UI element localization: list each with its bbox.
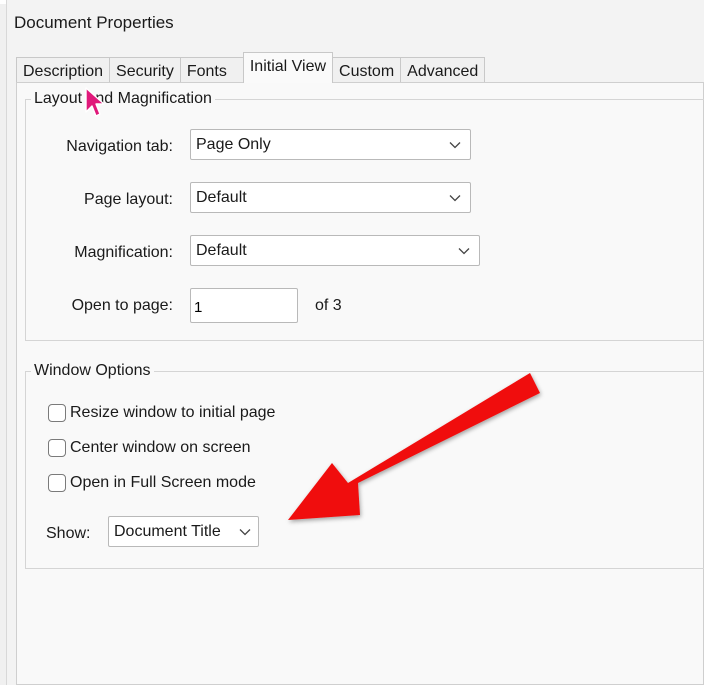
checkbox-icon[interactable] — [48, 474, 66, 492]
navigation-tab-label: Navigation tab: — [66, 138, 173, 155]
full-screen-option[interactable]: Open in Full Screen mode — [48, 474, 256, 492]
tab-fonts[interactable]: Fonts — [179, 57, 244, 84]
center-window-label: Center window on screen — [70, 439, 251, 456]
chevron-down-icon — [457, 236, 471, 265]
open-to-page-label: Open to page: — [71, 297, 173, 314]
dialog-title: Document Properties — [14, 13, 174, 32]
show-label: Show: — [46, 525, 91, 542]
red-arrow-annotation — [288, 373, 540, 520]
page-layout-label: Page layout: — [84, 191, 173, 208]
chevron-down-icon — [448, 183, 462, 212]
tab-advanced[interactable]: Advanced — [400, 57, 486, 84]
magnification-label: Magnification: — [74, 244, 173, 261]
center-window-option[interactable]: Center window on screen — [48, 439, 251, 457]
show-value: Document Title — [114, 523, 221, 540]
magnification-value: Default — [196, 242, 247, 259]
tab-custom[interactable]: Custom — [332, 57, 402, 84]
tab-bar: Description Security Fonts Initial View … — [16, 52, 486, 84]
tab-description[interactable]: Description — [16, 57, 111, 84]
navigation-tab-value: Page Only — [196, 136, 271, 153]
page-layout-select[interactable]: Default — [190, 182, 471, 213]
resize-window-label: Resize window to initial page — [70, 404, 276, 421]
window-options-legend: Window Options — [31, 362, 154, 380]
mouse-cursor-icon — [85, 87, 105, 117]
tab-security[interactable]: Security — [109, 57, 181, 84]
magnification-select[interactable]: Default — [190, 235, 480, 266]
resize-window-option[interactable]: Resize window to initial page — [48, 404, 275, 422]
page-count-label: of 3 — [315, 297, 342, 314]
chevron-down-icon — [448, 130, 462, 159]
show-select[interactable]: Document Title — [108, 516, 259, 547]
checkbox-icon[interactable] — [48, 439, 66, 457]
layout-magnification-legend: Layout and Magnification — [31, 90, 215, 108]
chevron-down-icon — [238, 517, 252, 546]
navigation-tab-select[interactable]: Page Only — [190, 129, 471, 160]
full-screen-label: Open in Full Screen mode — [70, 474, 256, 491]
page-layout-value: Default — [196, 189, 247, 206]
tab-initial-view[interactable]: Initial View — [242, 52, 334, 83]
open-to-page-input[interactable] — [190, 288, 298, 323]
checkbox-icon[interactable] — [48, 404, 66, 422]
